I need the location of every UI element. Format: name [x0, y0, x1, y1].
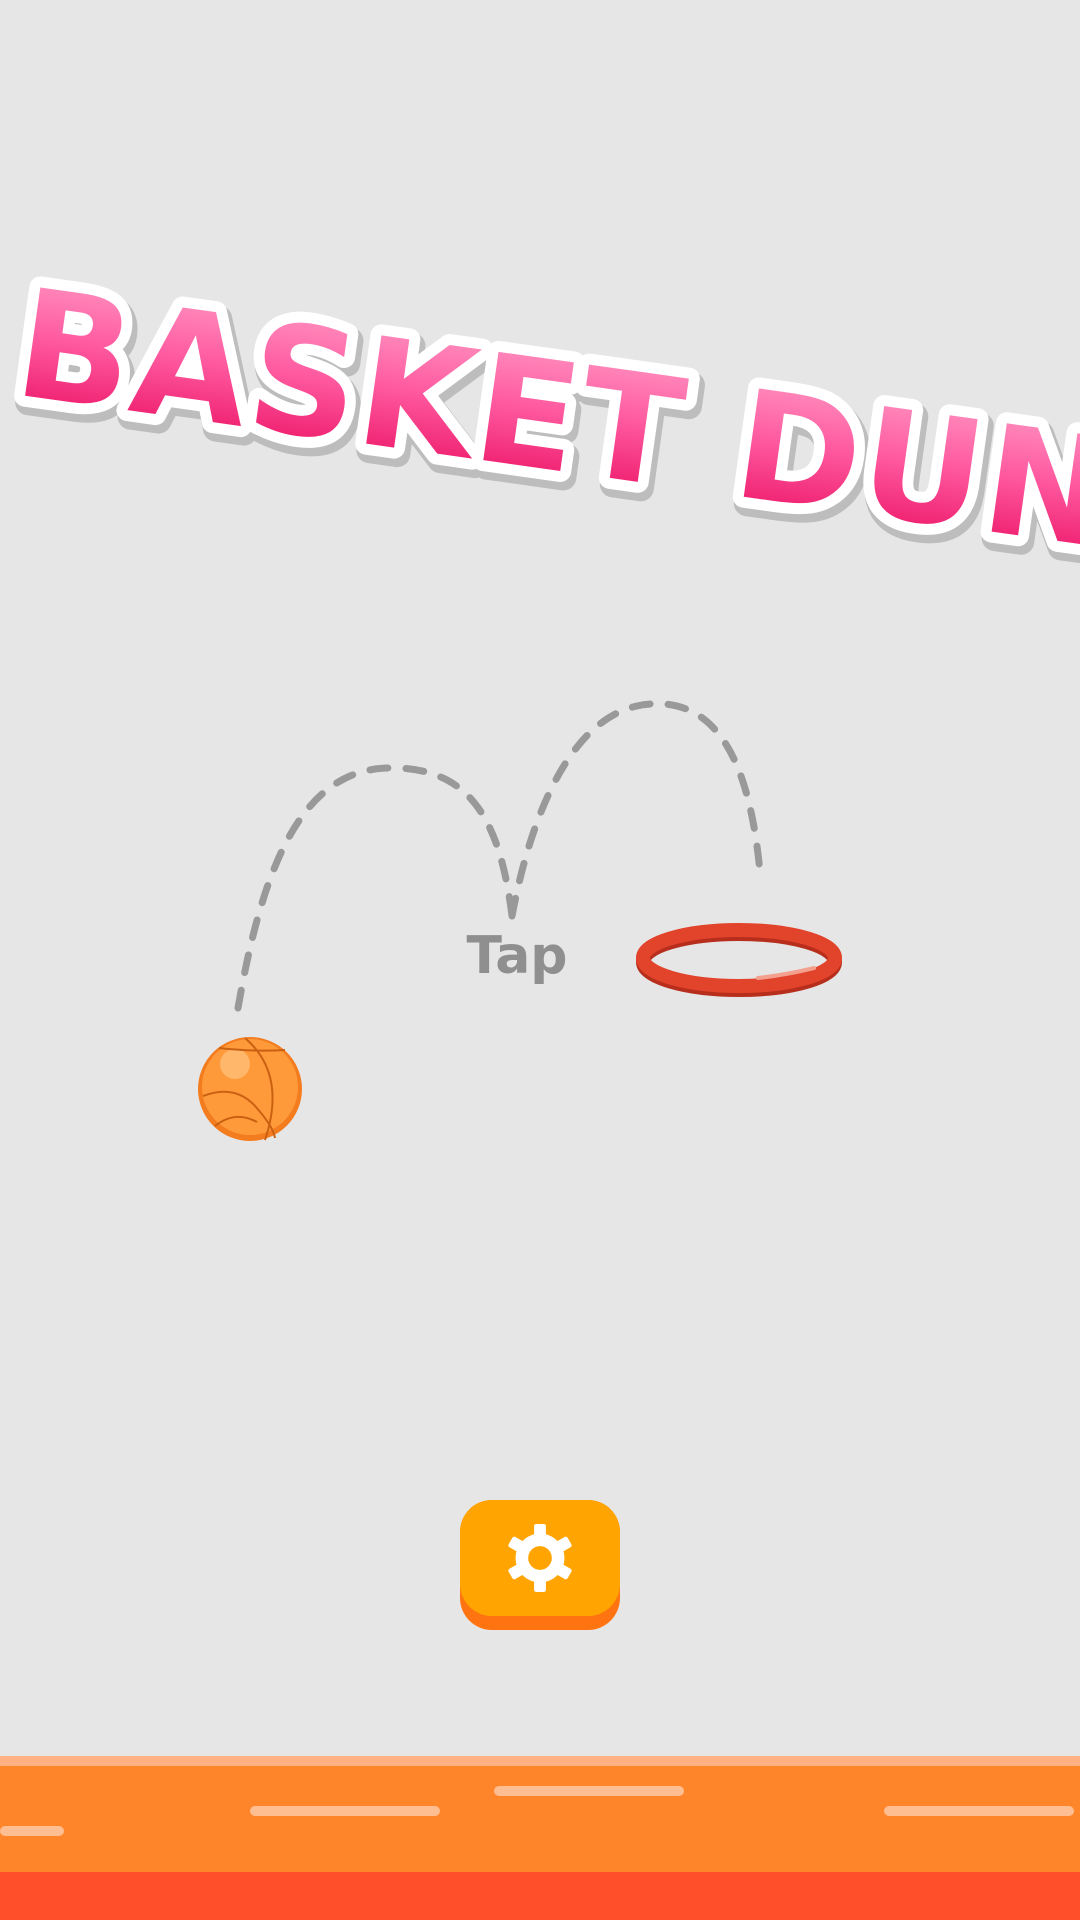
floor-stripe: [250, 1806, 440, 1816]
tap-instruction: Tap: [466, 926, 568, 986]
floor-base: [0, 1872, 1080, 1920]
settings-button-face[interactable]: [460, 1500, 620, 1616]
floor-surface: [0, 1766, 1080, 1882]
floor-stripe: [0, 1826, 64, 1836]
court-floor: [0, 1756, 1080, 1920]
hoop: [636, 923, 842, 997]
floor-stripe: [494, 1786, 684, 1796]
trajectory-arc-2: [508, 700, 764, 920]
gear-icon: [508, 1523, 572, 1593]
floor-stripe: [884, 1806, 1074, 1816]
game-scene[interactable]: BASKET DUNK BASKET DUNK BASKET DUNK Tap: [0, 0, 1080, 1920]
floor-edge: [0, 1756, 1080, 1766]
basketball: [198, 1037, 302, 1141]
settings-button[interactable]: [460, 1500, 620, 1630]
